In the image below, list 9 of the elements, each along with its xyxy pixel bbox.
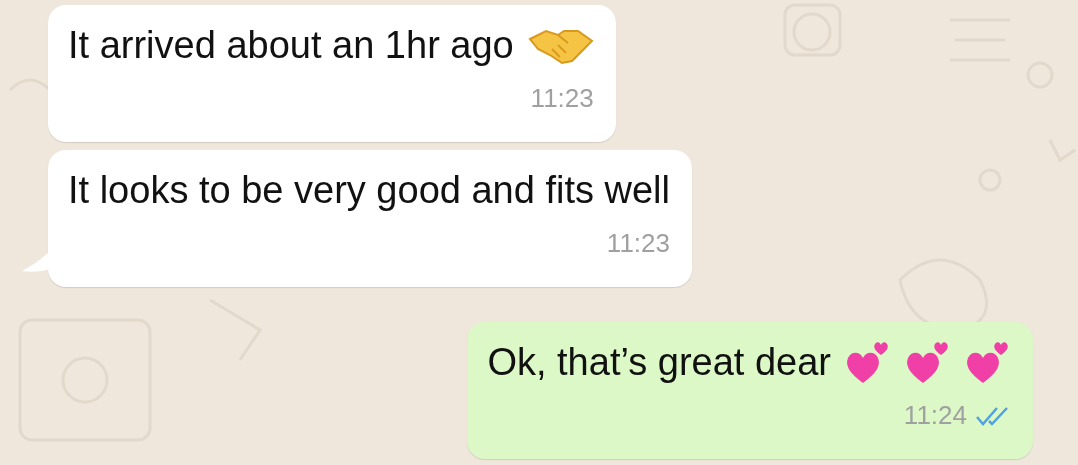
hearts-icon: [905, 339, 951, 385]
hearts-icon: [845, 339, 891, 385]
hearts-icon: [965, 339, 1011, 385]
message-text: It arrived about an 1hr ago: [68, 23, 514, 68]
message-time: 11:24: [903, 400, 967, 431]
message-text: It looks to be very good and fits well: [68, 168, 670, 213]
message-time: 11:23: [606, 228, 670, 259]
message-time: 11:23: [530, 83, 594, 114]
message-text: Ok, that’s great dear: [487, 340, 831, 385]
